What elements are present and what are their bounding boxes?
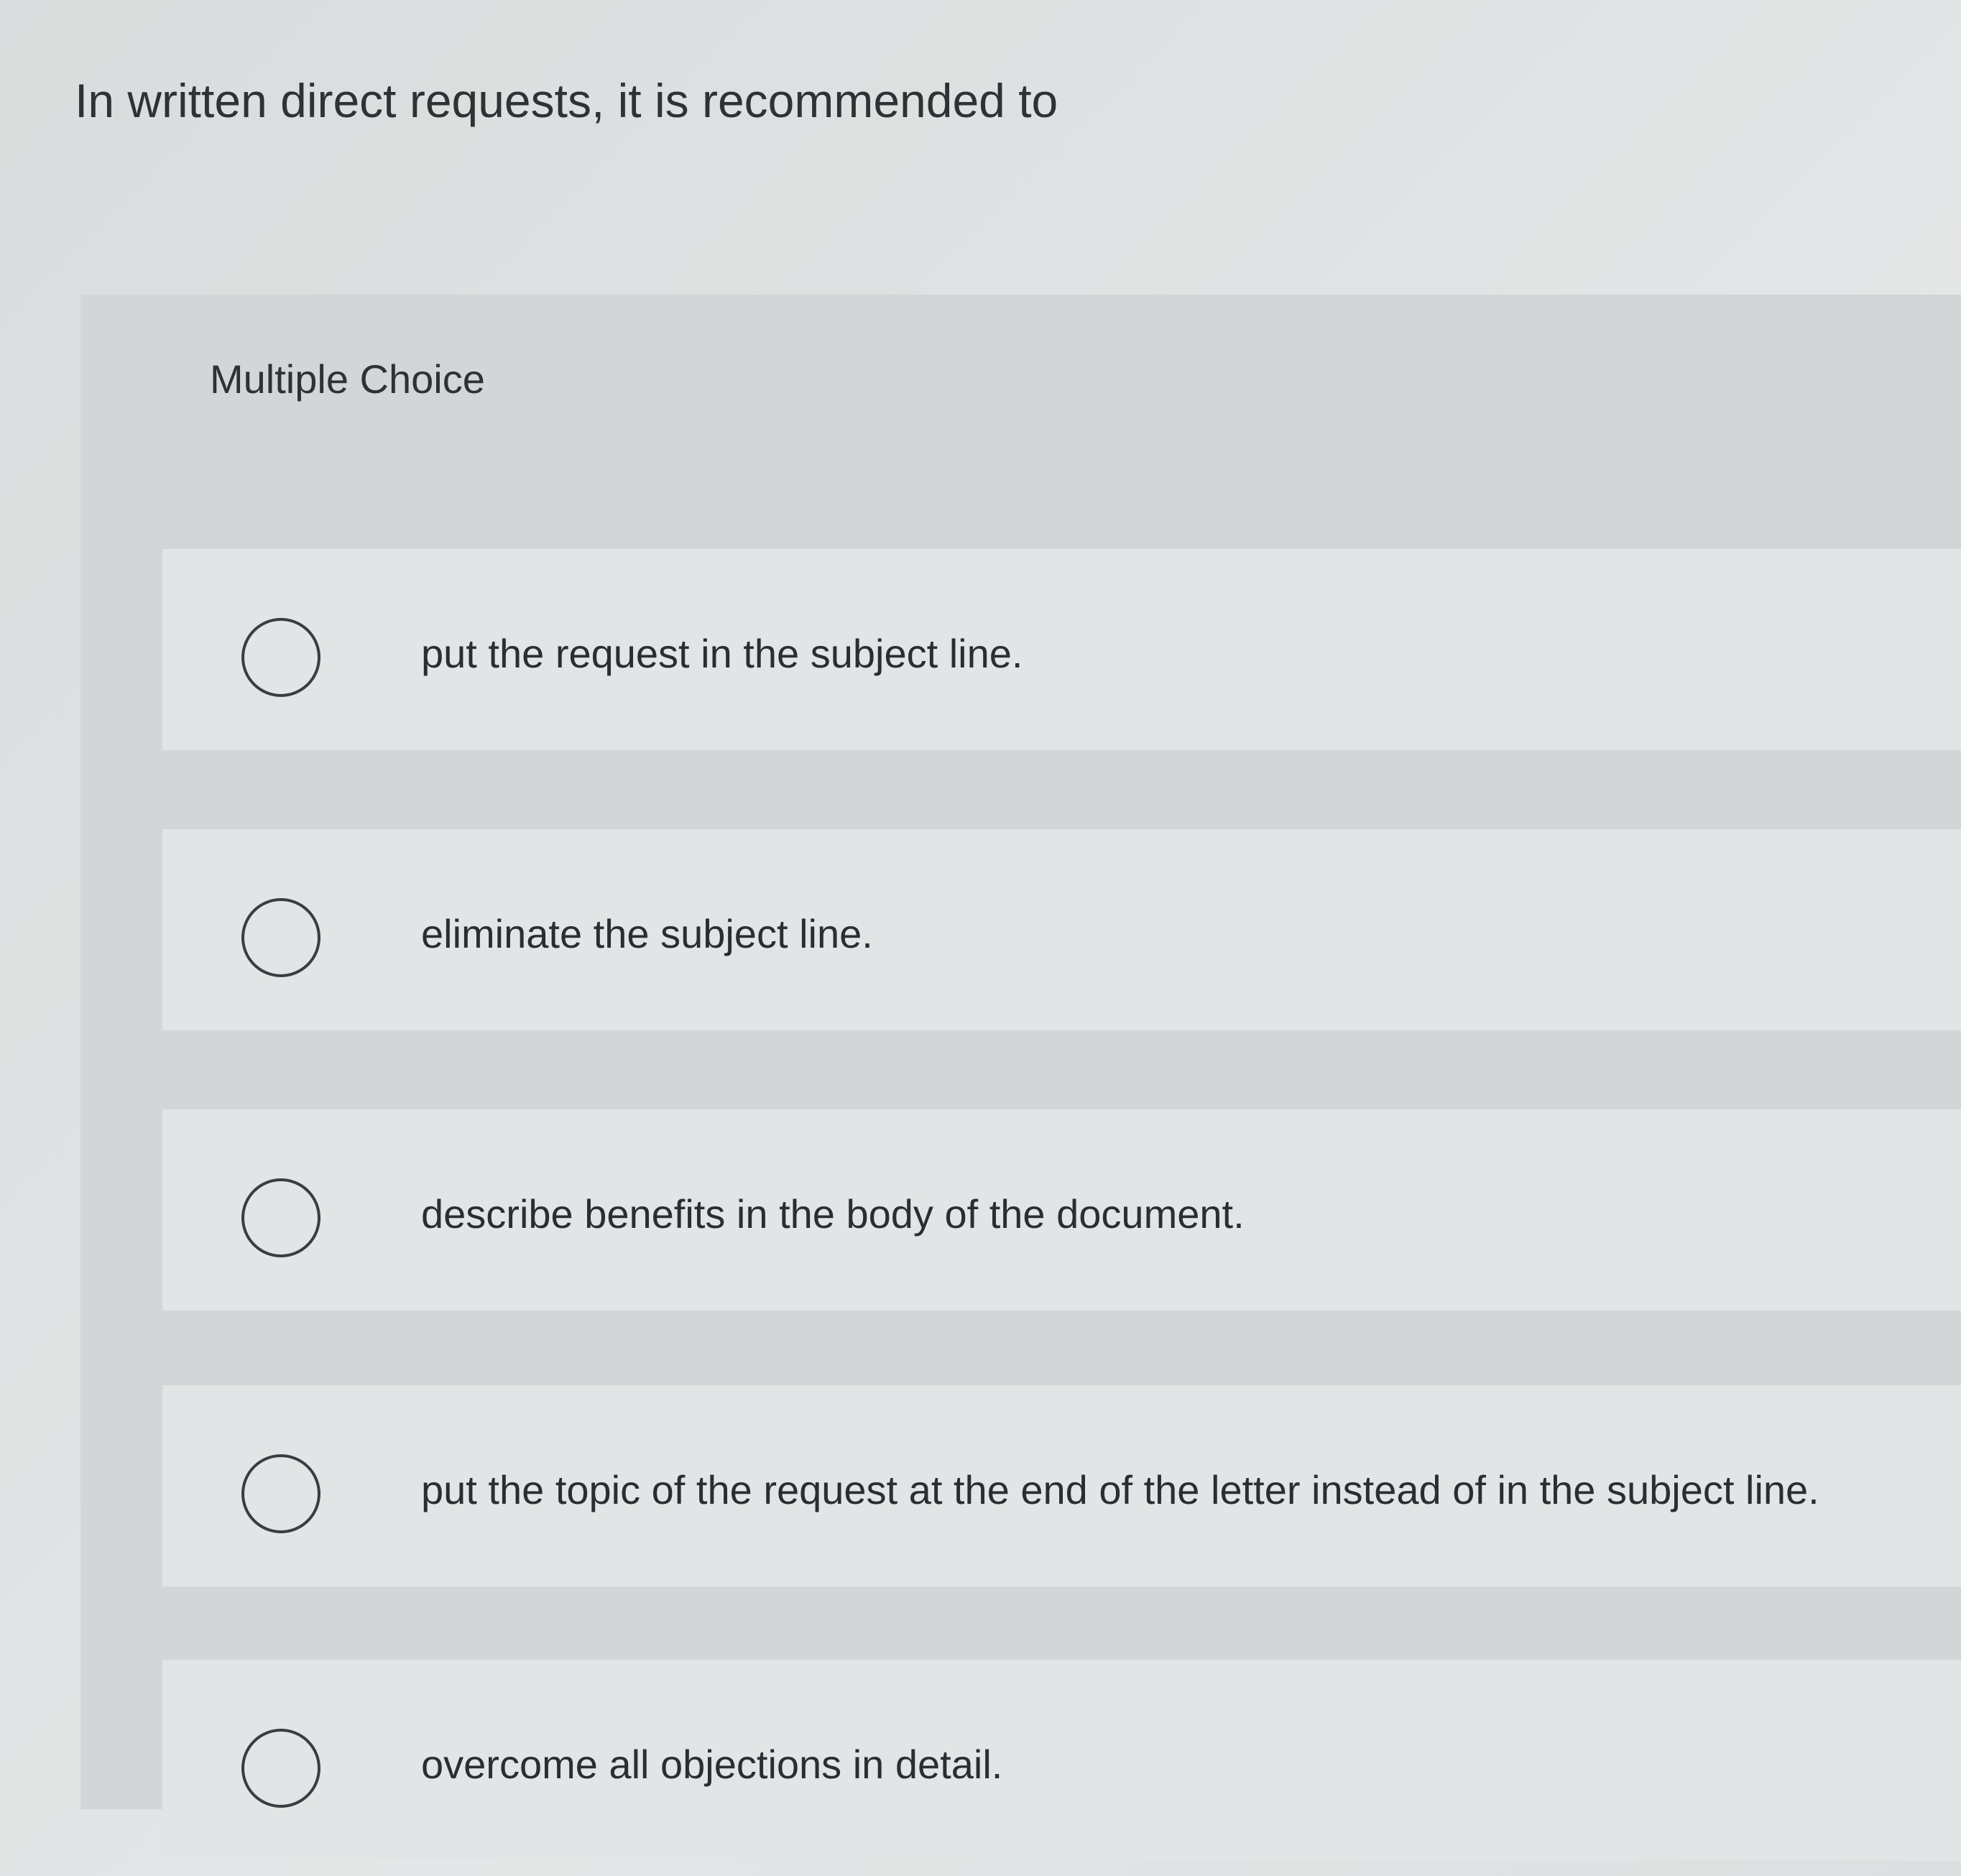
choice-option-5[interactable]: overcome all objections in detail.	[162, 1660, 1961, 1861]
choice-label: eliminate the subject line.	[421, 911, 873, 956]
question-text: In written direct requests, it is recomm…	[75, 74, 1058, 127]
question-type-label: Multiple Choice	[210, 356, 485, 402]
radio-button-icon[interactable]	[241, 618, 320, 697]
radio-button-icon[interactable]	[241, 898, 320, 977]
choice-label: put the request in the subject line.	[421, 631, 1023, 676]
choice-label: describe benefits in the body of the doc…	[421, 1191, 1245, 1237]
radio-button-icon[interactable]	[241, 1454, 320, 1533]
choice-option-3[interactable]: describe benefits in the body of the doc…	[162, 1109, 1961, 1311]
radio-button-icon[interactable]	[241, 1178, 320, 1257]
choice-option-4[interactable]: put the topic of the request at the end …	[162, 1385, 1961, 1586]
choice-label: overcome all objections in detail.	[421, 1742, 1003, 1787]
choice-option-1[interactable]: put the request in the subject line.	[162, 549, 1961, 750]
answer-panel: Multiple Choice put the request in the s…	[80, 295, 1961, 1861]
radio-button-icon[interactable]	[241, 1729, 320, 1808]
choice-label: put the topic of the request at the end …	[421, 1467, 1819, 1512]
choice-option-2[interactable]: eliminate the subject line.	[162, 829, 1961, 1030]
